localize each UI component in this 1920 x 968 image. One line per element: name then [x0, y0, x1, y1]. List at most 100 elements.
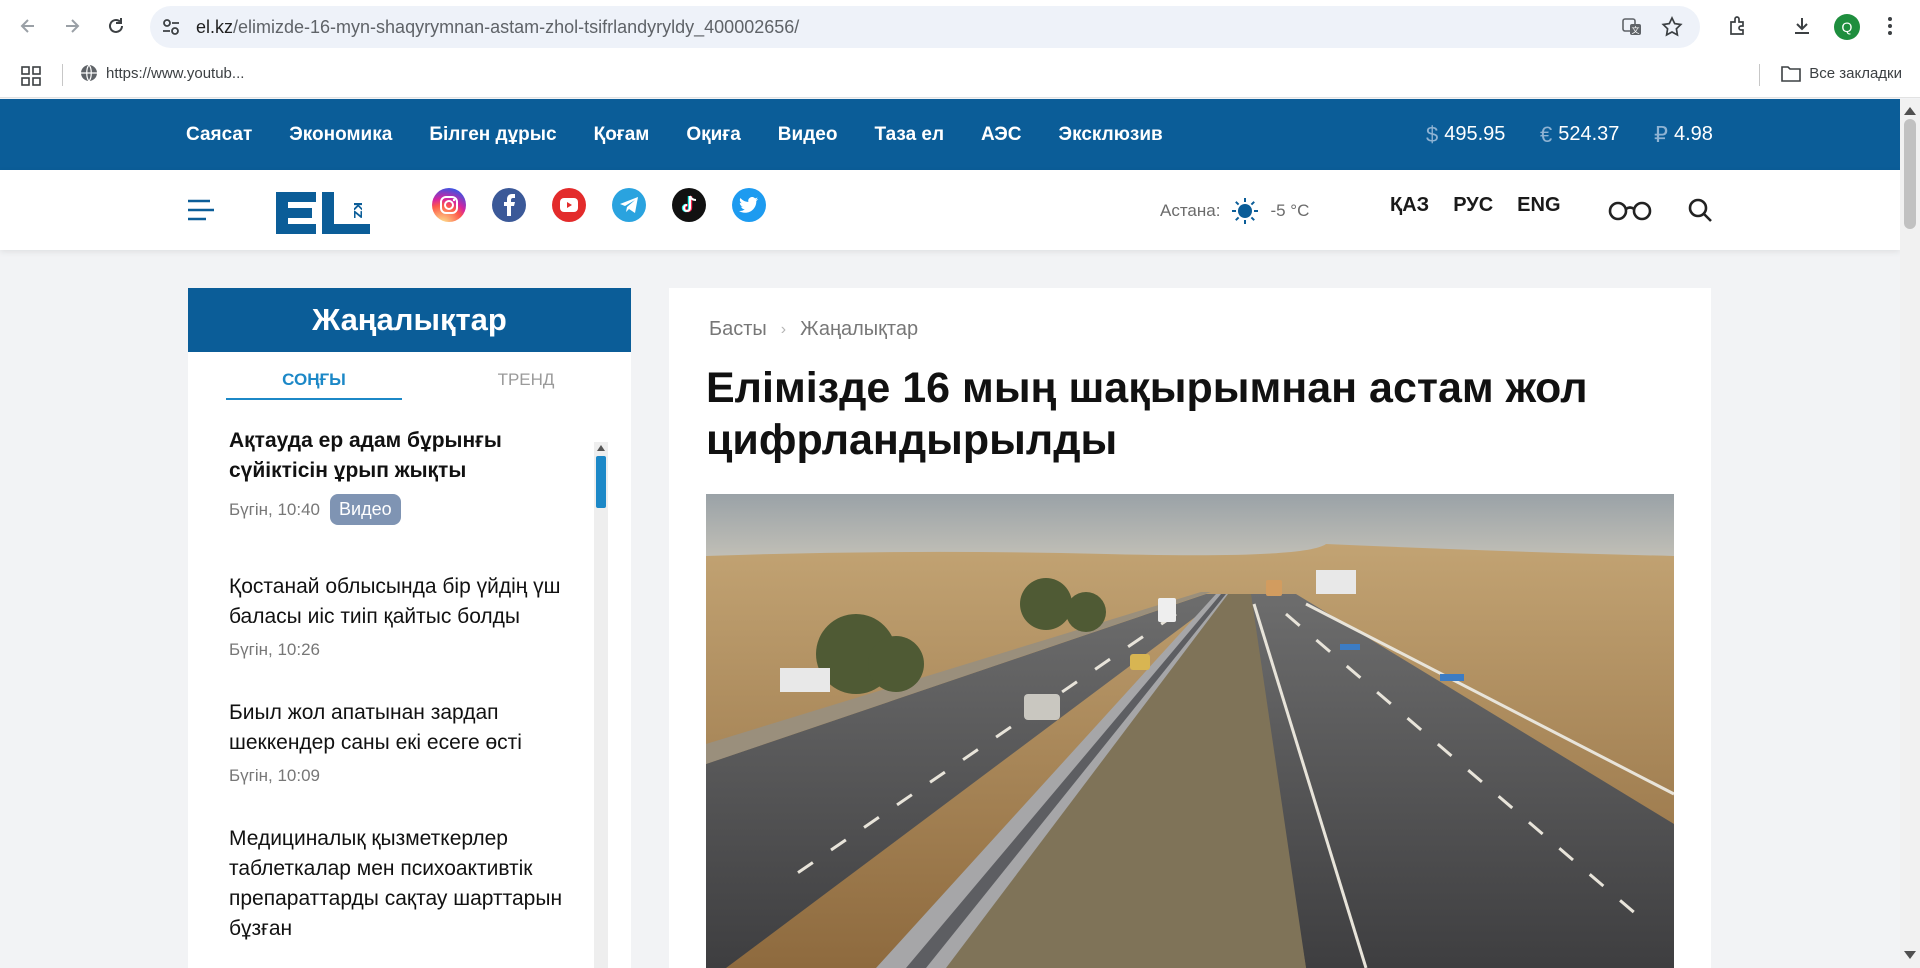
lang-rus[interactable]: РУС [1453, 194, 1493, 217]
download-icon[interactable] [1790, 14, 1814, 38]
tab-trend[interactable]: ТРЕНД [438, 370, 614, 390]
telegram-icon[interactable] [612, 188, 646, 222]
browser-menu-icon[interactable] [1882, 14, 1898, 38]
nav-item-npp[interactable]: АЭС [981, 124, 1022, 146]
nav-item-clean-country[interactable]: Таза ел [874, 124, 944, 146]
weather-city: Астана: [1160, 201, 1221, 220]
triangle-up-icon[interactable] [1904, 105, 1916, 115]
news-title[interactable]: Ақтауда ер адам бұрынғы сүйіктісін ұрып … [229, 426, 589, 486]
reload-icon [109, 18, 123, 33]
currency-eur: € 524.37 [1540, 99, 1619, 170]
instagram-icon[interactable] [432, 188, 466, 222]
nav-item-politics[interactable]: Саясат [186, 124, 252, 146]
breadcrumb-section[interactable]: Жаңалықтар [800, 318, 918, 341]
search-icon[interactable] [1686, 196, 1714, 224]
breadcrumb-home[interactable]: Басты [709, 318, 767, 341]
nav-item-good-to-know[interactable]: Білген дұрыс [429, 124, 556, 146]
telegram-glyph [620, 197, 638, 213]
site-header: KZ Астана: -5 °C ҚАЗ РУС ENG [0, 170, 1900, 250]
extensions-icon[interactable] [1726, 14, 1750, 38]
list-item[interactable]: Медициналық қызметкерлер таблеткалар мен… [229, 824, 589, 944]
instagram-glyph [440, 196, 458, 214]
apps-grid-icon[interactable] [20, 65, 42, 87]
news-meta: Бүгін, 10:40 Видео [229, 494, 589, 525]
nav-item-economy[interactable]: Экономика [289, 124, 392, 146]
news-title[interactable]: Биыл жол апатынан зардап шеккендер саны … [229, 698, 589, 758]
news-title[interactable]: Медициналық қызметкерлер таблеткалар мен… [229, 824, 589, 944]
list-item[interactable]: Қостанай облысында бір үйдің үш баласы и… [229, 572, 589, 660]
page-scrollbar[interactable] [1900, 99, 1920, 968]
reload-button[interactable] [100, 10, 132, 42]
facebook-icon[interactable] [492, 188, 526, 222]
url-path: /elimizde-16-myn-shaqyrymnan-astam-zhol-… [233, 17, 800, 37]
site-logo[interactable]: KZ [272, 182, 374, 238]
back-button[interactable] [12, 10, 44, 42]
language-switcher: ҚАЗ РУС ENG [1390, 194, 1561, 217]
profile-avatar[interactable]: Q [1834, 14, 1860, 40]
scroll-up-arrow[interactable] [594, 442, 608, 454]
url-text[interactable]: el.kz/elimizde-16-myn-shaqyrymnan-astam-… [196, 17, 799, 38]
news-meta: Бүгін, 10:26 [229, 640, 589, 660]
page-scroll-thumb[interactable] [1904, 119, 1916, 229]
news-meta: Бүгін, 10:09 [229, 766, 589, 786]
list-item[interactable]: Биыл жол апатынан зардап шеккендер саны … [229, 698, 589, 786]
nav-item-exclusive[interactable]: Эксклюзив [1059, 124, 1163, 146]
sidebar-tabs: СОҢҒЫ ТРЕНД [188, 352, 631, 410]
twitter-icon[interactable] [732, 188, 766, 222]
tab-latest[interactable]: СОҢҒЫ [226, 370, 402, 400]
svg-text:文: 文 [1632, 25, 1640, 35]
translate-icon[interactable]: 文 [1620, 15, 1644, 39]
article: Басты › Жаңалықтар Елімізде 16 мың шақыр… [669, 288, 1711, 968]
sidebar-title: Жаңалықтар [188, 288, 631, 352]
bookmarks-divider-right [1759, 64, 1760, 86]
lang-eng[interactable]: ENG [1517, 194, 1560, 217]
url-domain: el.kz [196, 17, 234, 37]
bookmarks-bar: https://www.youtub... Все закладки [0, 52, 1920, 98]
globe-icon [81, 64, 97, 82]
lang-kaz[interactable]: ҚАЗ [1390, 194, 1429, 217]
currency-usd: $ 495.95 [1426, 99, 1505, 170]
nav-item-incidents[interactable]: Оқиға [686, 124, 740, 146]
bookmark-star-icon[interactable] [1660, 15, 1684, 39]
all-bookmarks-label: Все закладки [1809, 64, 1902, 82]
bookmarks-divider [62, 64, 63, 86]
site-top-nav-bar: Саясат Экономика Білген дұрыс Қоғам Оқиғ… [0, 99, 1900, 170]
nav-item-society[interactable]: Қоғам [594, 124, 650, 146]
currency-value: 495.95 [1444, 123, 1506, 145]
weather-temp: -5 °C [1270, 201, 1310, 220]
breadcrumb: Басты › Жаңалықтар [709, 318, 918, 341]
browser-toolbar: el.kz/elimizde-16-myn-shaqyrymnan-astam-… [0, 0, 1920, 52]
currency-symbol: € [1540, 121, 1553, 147]
triangle-up-icon [597, 445, 605, 451]
arrow-right-icon [66, 19, 80, 33]
sidebar-scroll-thumb[interactable] [596, 456, 606, 508]
tiktok-icon[interactable] [672, 188, 706, 222]
news-title[interactable]: Қостанай облысында бір үйдің үш баласы и… [229, 572, 589, 632]
list-item[interactable]: Ақтауда ер адам бұрынғы сүйіктісін ұрып … [229, 426, 589, 525]
all-bookmarks-button[interactable]: Все закладки [1781, 64, 1902, 82]
sun-icon [1232, 198, 1259, 224]
currency-symbol: $ [1426, 121, 1439, 147]
youtube-glyph [560, 198, 578, 212]
chevron-right-icon: › [780, 320, 787, 338]
folder-icon [1781, 66, 1802, 82]
glasses-icon[interactable] [1606, 198, 1654, 222]
weather-widget: Астана: -5 °C [1160, 196, 1309, 226]
bookmark-youtube[interactable]: https://www.youtub... [80, 64, 244, 82]
facebook-glyph [504, 194, 515, 216]
bookmark-label: https://www.youtub... [106, 64, 245, 82]
arrow-left-icon [20, 19, 34, 33]
site-settings-icon[interactable] [160, 16, 182, 38]
triangle-down-icon[interactable] [1904, 951, 1916, 961]
forward-button[interactable] [56, 10, 88, 42]
article-image [706, 494, 1674, 968]
currency-value: 524.37 [1558, 123, 1620, 145]
youtube-icon[interactable] [552, 188, 586, 222]
video-badge[interactable]: Видео [330, 494, 401, 525]
hamburger-menu-icon[interactable] [186, 198, 216, 222]
address-bar[interactable]: el.kz/elimizde-16-myn-shaqyrymnan-astam-… [150, 6, 1700, 48]
sidebar-scrollbar[interactable] [594, 442, 608, 968]
news-time: Бүгін, 10:09 [229, 766, 321, 785]
nav-item-video[interactable]: Видео [778, 124, 838, 146]
news-time: Бүгін, 10:26 [229, 640, 321, 659]
